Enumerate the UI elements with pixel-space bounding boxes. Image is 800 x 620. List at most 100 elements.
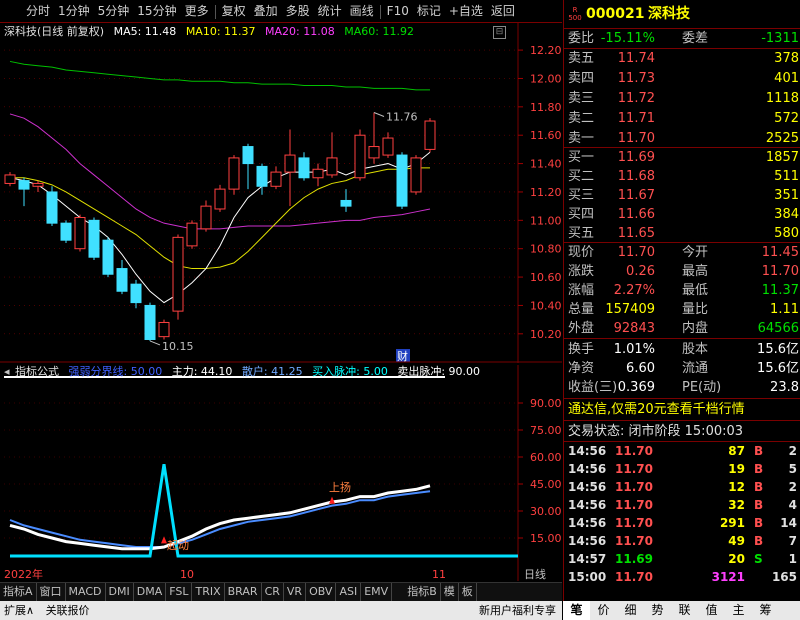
indicator-tab[interactable]: 窗口 (37, 583, 66, 601)
stat-value: 6.60 (626, 361, 655, 376)
expand-button[interactable]: 扩展∧ (0, 601, 38, 620)
tick-volume: 12 (728, 480, 745, 494)
indicator-tab[interactable]: BRAR (225, 583, 262, 601)
quote-tab[interactable]: 价 (590, 601, 617, 620)
promo-banner[interactable]: 通达信,仅需20元查看千档行情 (564, 400, 800, 420)
ask-row[interactable]: 卖二 11.71 572 (564, 109, 800, 129)
indicator-chart[interactable]: 90.00 75.00 60.00 45.00 30.00 15.00 起动 上扬 2022年 1… (0, 365, 562, 581)
candle-body (326, 157, 338, 176)
tick-side: B (754, 480, 764, 494)
bid-row[interactable]: 买三 11.67 351 (564, 186, 800, 206)
divider (564, 441, 800, 442)
candle-body (368, 146, 380, 159)
statistics-button[interactable]: 统计 (314, 0, 346, 22)
indicator-tab[interactable]: OBV (306, 583, 337, 601)
candle-body (242, 146, 254, 165)
ask-row[interactable]: 卖三 11.72 1118 (564, 89, 800, 109)
divider (564, 420, 800, 421)
quote-tab[interactable]: 笔 (563, 601, 590, 620)
adjust-button[interactable]: 复权 (218, 0, 250, 22)
ask-row[interactable]: 卖五 11.74 378 (564, 49, 800, 69)
ask-label: 卖二 (568, 111, 595, 126)
candle-body (340, 199, 352, 207)
tick-row: 15:00 11.70 3121 165 (564, 569, 800, 586)
indicator-tick-label: 15.00 (530, 532, 562, 545)
indicator-tab[interactable]: TRIX (192, 583, 225, 601)
quote-tab[interactable]: 细 (617, 601, 644, 620)
indicator-tick-label: 90.00 (530, 397, 562, 410)
low-pointer (149, 340, 161, 346)
indicator-arrow-icon[interactable]: ◂ (4, 365, 10, 378)
bid-row[interactable]: 买四 11.66 384 (564, 205, 800, 225)
collapse-icon[interactable]: ⊟ (493, 26, 506, 39)
candle-body (18, 180, 30, 190)
bid-price: 11.68 (617, 169, 655, 184)
quote-tab[interactable]: 值 (698, 601, 725, 620)
tab-intraday[interactable]: 分时 (0, 0, 54, 22)
indicator-tab[interactable]: FSL (166, 583, 193, 601)
tab-15min[interactable]: 15分钟 (133, 0, 180, 22)
tab-5min[interactable]: 5分钟 (94, 0, 134, 22)
quote-tab[interactable]: 筹 (752, 601, 779, 620)
indicator-tab[interactable]: DMI (106, 583, 134, 601)
ask-row[interactable]: 卖四 11.73 401 (564, 69, 800, 89)
stock-code: 000021 (586, 6, 645, 22)
indicator-tab[interactable]: VR (284, 583, 307, 601)
candle-body (60, 222, 72, 241)
indicator-tab[interactable]: MACD (66, 583, 106, 601)
indicator-tab[interactable]: EMV (361, 583, 393, 601)
add-favorite-button[interactable]: +自选 (445, 0, 487, 22)
stock-name: 深科技 (648, 6, 690, 22)
tick-count: 4 (788, 498, 797, 512)
mark-button[interactable]: 标记 (413, 0, 445, 22)
tick-count: 7 (788, 534, 797, 548)
stat-value: 11.45 (761, 245, 799, 260)
kline-chart[interactable]: 12.20 12.00 11.80 11.60 11.40 11.20 11.00 10.80… (0, 23, 562, 363)
candle-body (424, 120, 436, 150)
price-tick-label: 10.40 (530, 299, 562, 312)
indicator-tab[interactable]: CR (262, 583, 284, 601)
f10-button[interactable]: F10 (383, 0, 413, 22)
candle-body (186, 222, 198, 247)
tick-time: 14:56 (568, 480, 607, 494)
bid-price: 11.69 (617, 150, 655, 165)
quote-tab[interactable]: 势 (644, 601, 671, 620)
period-label[interactable]: 日线 (524, 567, 546, 581)
indicator-tab[interactable]: 模 (441, 583, 459, 601)
more-button[interactable]: 更多 (181, 0, 213, 22)
tab-1min[interactable]: 1分钟 (54, 0, 94, 22)
main-force-line (9, 484, 431, 551)
indicator-tab[interactable]: 板 (459, 583, 477, 601)
indicator-tab[interactable]: 指标A (0, 583, 37, 601)
price-tick-label: 12.00 (530, 72, 562, 85)
bid-row[interactable]: 买二 11.68 511 (564, 167, 800, 187)
candle-body (32, 182, 44, 187)
bid-volume: 351 (774, 188, 799, 203)
ask-row[interactable]: 卖一 11.70 2525 (564, 129, 800, 149)
tick-side: B (754, 444, 764, 458)
indicator-tab[interactable]: ASI (336, 583, 362, 601)
high-price-label: 11.76 (386, 111, 418, 124)
linked-quote-link[interactable]: 关联报价 (42, 601, 94, 620)
stat-label: 量比 (682, 302, 709, 317)
indicator-tab[interactable]: 指标B (404, 583, 441, 601)
back-button[interactable]: 返回 (487, 0, 519, 22)
candle-body (158, 321, 170, 338)
finance-marker[interactable]: 财 (397, 349, 408, 363)
ask-label: 卖四 (568, 71, 595, 86)
candle-body (144, 304, 156, 340)
bid-volume: 384 (774, 207, 799, 222)
draw-line-button[interactable]: 画线 (346, 0, 378, 22)
promo-link[interactable]: 新用户福利专享 (475, 601, 560, 620)
divider (564, 338, 800, 339)
bid-row[interactable]: 买五 11.65 580 (564, 224, 800, 244)
indicator-name[interactable]: 指标公式 (15, 365, 59, 378)
quote-tab[interactable]: 联 (671, 601, 698, 620)
bid-row[interactable]: 买一 11.69 1857 (564, 148, 800, 168)
tick-volume: 49 (728, 534, 745, 548)
indicator-tab[interactable]: DMA (134, 583, 167, 601)
multi-stock-button[interactable]: 多股 (282, 0, 314, 22)
quote-tab[interactable]: 主 (725, 601, 752, 620)
overlay-button[interactable]: 叠加 (250, 0, 282, 22)
top-toolbar: 分时 1分钟 5分钟 15分钟 更多 复权 叠加 多股 统计 画线 F10 标记 +自选 返回 (0, 0, 562, 23)
